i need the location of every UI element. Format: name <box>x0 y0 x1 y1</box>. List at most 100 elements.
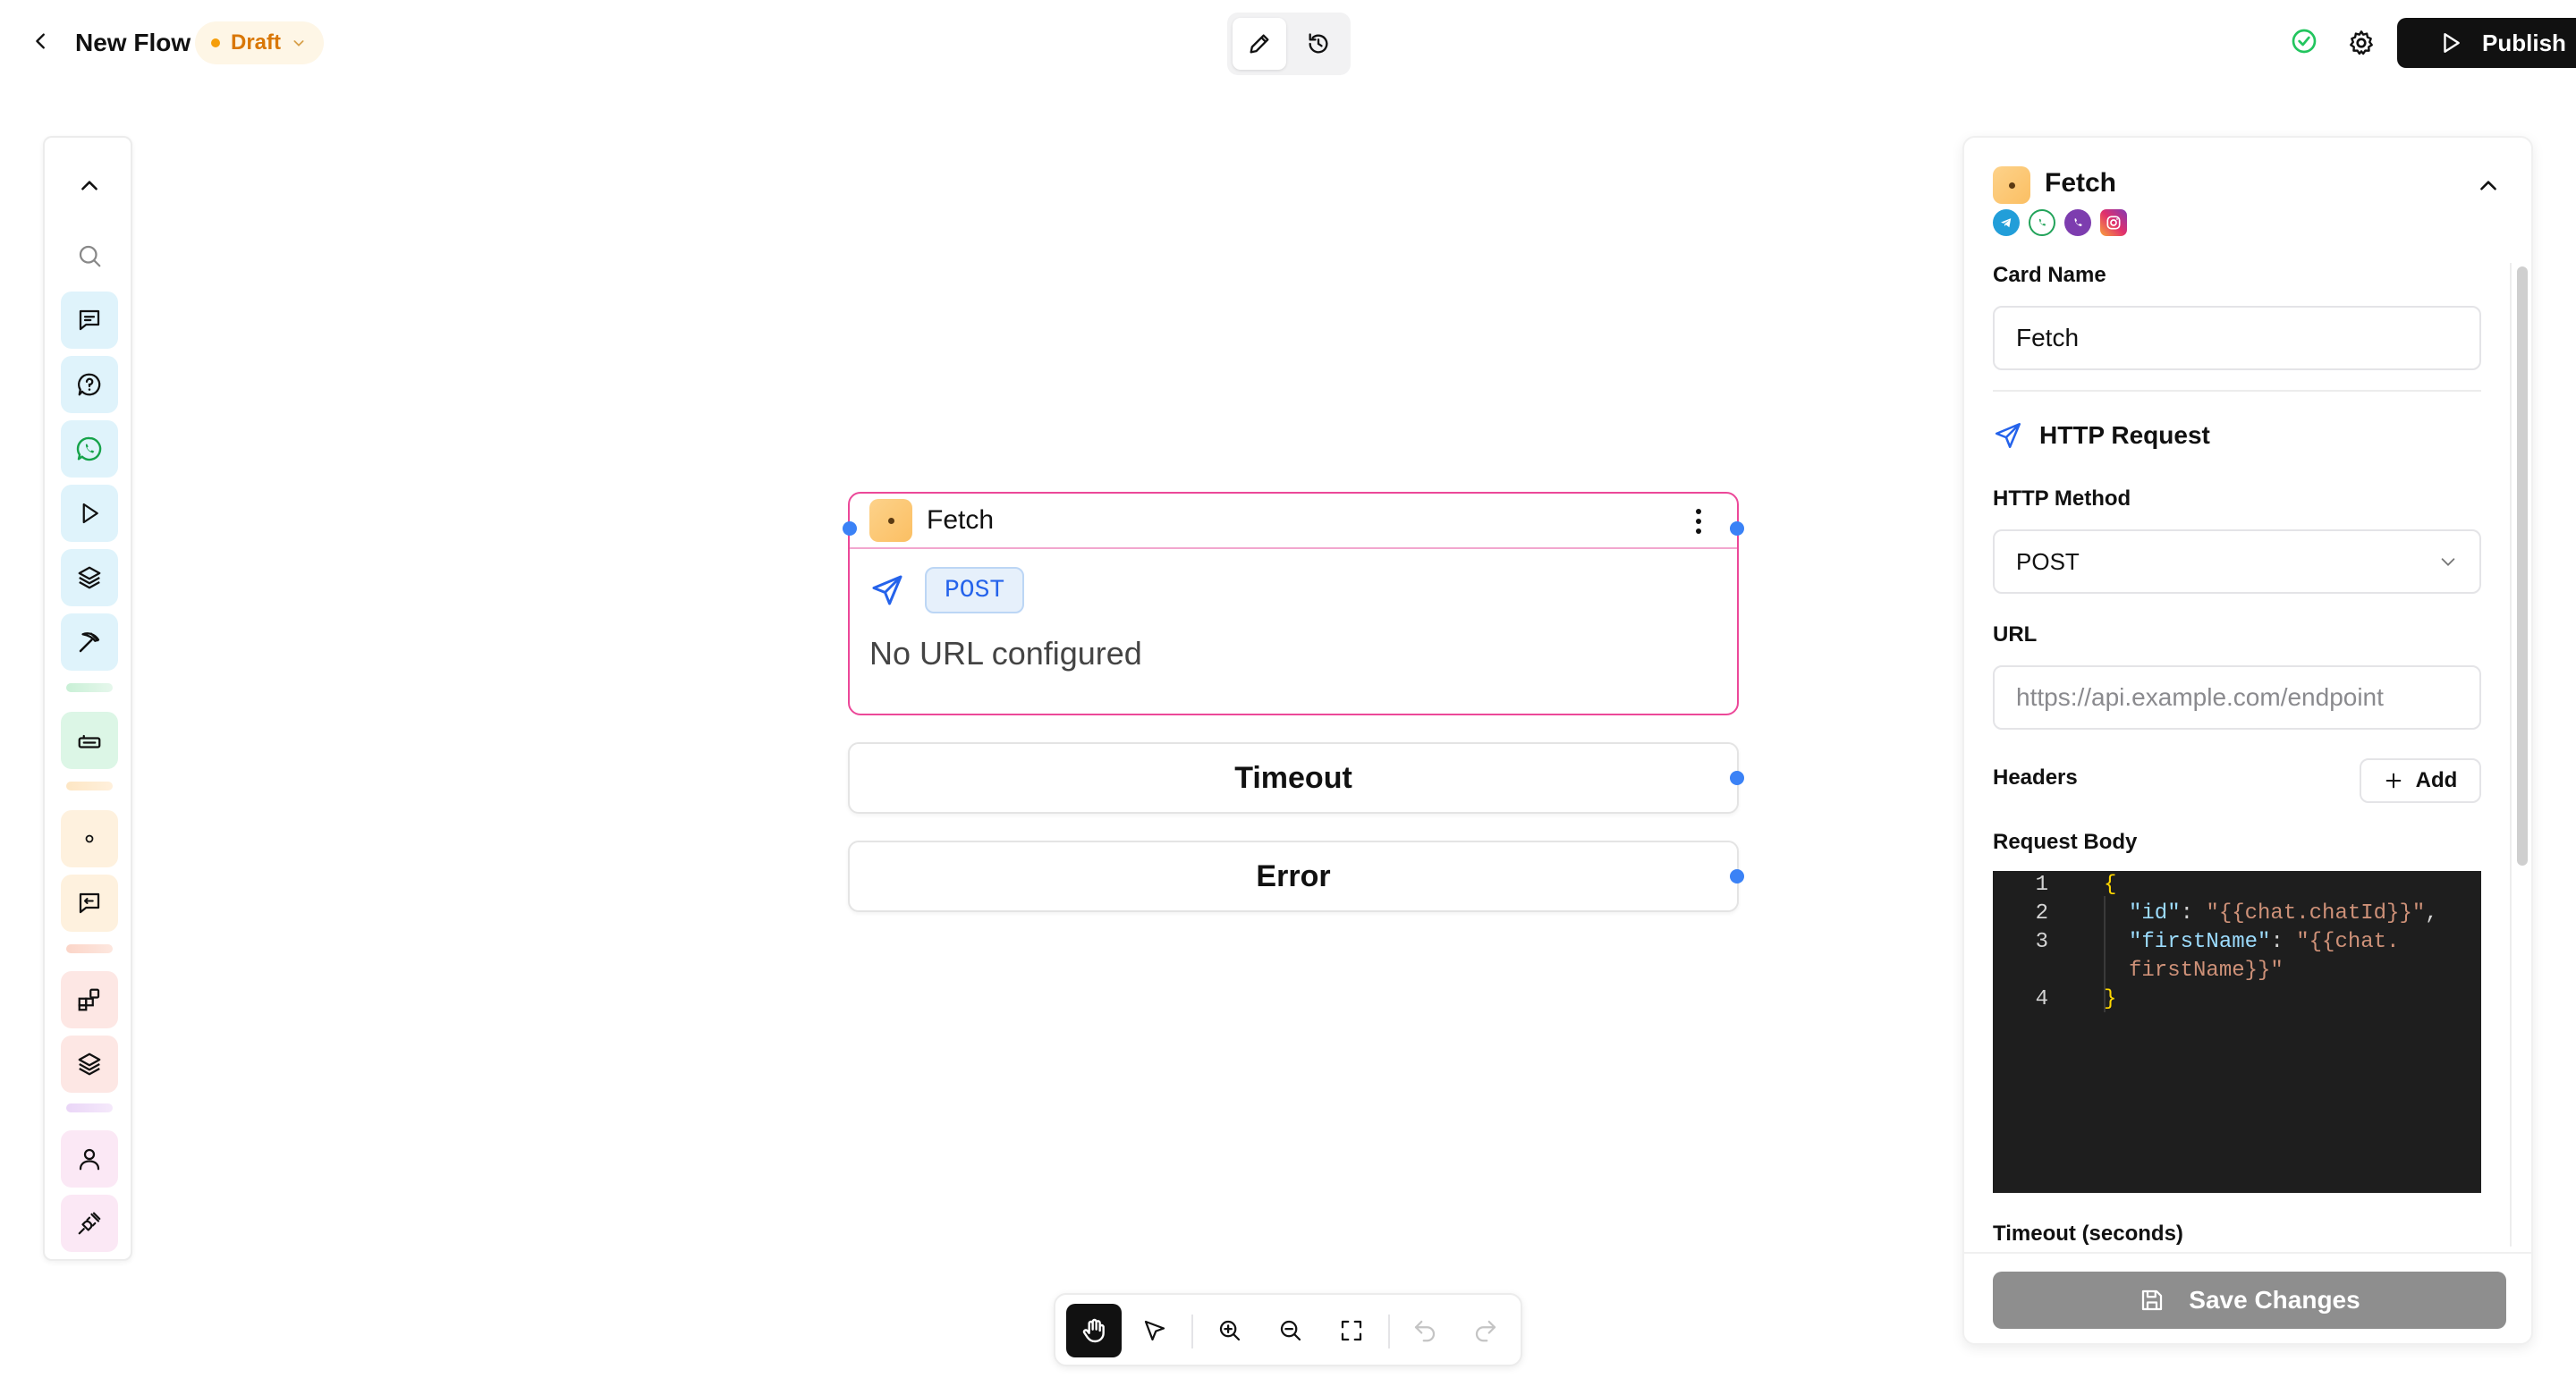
output-handle[interactable] <box>1730 521 1744 536</box>
keyboard-icon <box>78 734 101 748</box>
node-method-row: POST <box>869 567 1025 613</box>
palette-separator <box>66 944 113 953</box>
channel-list <box>1993 209 2127 236</box>
json-separator: : <box>2180 901 2207 926</box>
panel-scrollbar[interactable] <box>2517 266 2528 866</box>
send-icon <box>1995 422 2021 449</box>
plug-icon <box>78 1212 101 1235</box>
line-number: 2 <box>2035 901 2048 926</box>
play-icon <box>82 503 98 524</box>
save-changes-button[interactable]: Save Changes <box>1993 1272 2506 1329</box>
canvas-toolbar <box>1054 1293 1522 1366</box>
chevron-down-icon <box>2441 558 2455 566</box>
fetch-node[interactable]: Fetch POST No URL configured <box>848 492 1739 715</box>
palette-item-fetch[interactable] <box>61 810 118 867</box>
properties-panel: Fetch Card Name Fetch HTTP Request HTTP … <box>1962 136 2533 1345</box>
fit-view-button[interactable] <box>1324 1304 1379 1357</box>
node-palette <box>43 136 132 1261</box>
palette-search-button[interactable] <box>61 227 118 284</box>
back-button[interactable] <box>23 23 59 59</box>
input-handle[interactable] <box>843 521 857 536</box>
palette-item-tools[interactable] <box>61 613 118 671</box>
add-header-label: Add <box>2415 768 2458 792</box>
top-bar: New Flow Draft Publish <box>0 0 2576 89</box>
palette-item-start[interactable] <box>61 485 118 542</box>
palette-item-question[interactable] <box>61 356 118 413</box>
timeout-handle[interactable] <box>1730 771 1744 785</box>
error-handle[interactable] <box>1730 869 1744 884</box>
telegram-icon <box>1993 209 2020 236</box>
history-button[interactable] <box>1292 18 1345 70</box>
undo-button[interactable] <box>1397 1304 1453 1357</box>
json-separator: : <box>2270 930 2297 954</box>
http-method-select[interactable]: POST <box>1993 529 2481 594</box>
palette-item-layers[interactable] <box>61 549 118 606</box>
timeout-branch[interactable]: Timeout <box>848 742 1739 814</box>
zoom-out-icon <box>1280 1320 1301 1341</box>
instagram-icon <box>2100 209 2127 236</box>
history-icon <box>1309 33 1328 54</box>
whatsapp-icon <box>2029 209 2055 236</box>
palette-item-reply[interactable] <box>61 875 118 932</box>
redo-button[interactable] <box>1458 1304 1513 1357</box>
flow-title: New Flow <box>75 29 191 56</box>
fetch-node-icon <box>869 499 912 542</box>
code-token: } <box>2104 987 2117 1011</box>
json-key: "id" <box>2129 901 2181 926</box>
code-line: 2 "id": "{{chat.chatId}}", <box>1993 900 2481 928</box>
http-method-value: POST <box>2016 547 2080 575</box>
json-value: "{{chat.chatId}}" <box>2206 901 2426 926</box>
http-method-label: HTTP Method <box>1993 486 2131 511</box>
pan-tool-button[interactable] <box>1066 1304 1122 1357</box>
send-icon <box>872 575 902 605</box>
headers-label: Headers <box>1993 765 2078 790</box>
settings-button[interactable] <box>2343 25 2379 61</box>
zoom-in-button[interactable] <box>1202 1304 1258 1357</box>
node-url-text: No URL configured <box>869 635 1142 672</box>
dot-icon <box>85 834 94 843</box>
palette-item-input[interactable] <box>61 712 118 769</box>
card-name-input[interactable]: Fetch <box>1993 306 2481 370</box>
play-icon <box>2444 33 2460 53</box>
edit-mode-button[interactable] <box>1233 18 1286 70</box>
line-number: 3 <box>2035 930 2048 954</box>
url-label: URL <box>1993 622 2038 647</box>
pickaxe-icon <box>79 632 100 653</box>
publish-button[interactable]: Publish <box>2397 18 2576 68</box>
zoom-out-button[interactable] <box>1263 1304 1318 1357</box>
code-line: 1 { <box>1993 871 2481 900</box>
code-line-wrapped: firstName}}" <box>1993 957 2481 985</box>
palette-separator <box>66 1103 113 1112</box>
error-branch[interactable]: Error <box>848 841 1739 912</box>
palette-item-whatsapp[interactable] <box>61 420 118 478</box>
saved-status-icon <box>2290 27 2318 55</box>
node-menu-button[interactable] <box>1685 506 1712 537</box>
status-badge[interactable]: Draft <box>195 21 325 64</box>
palette-item-message[interactable] <box>61 292 118 349</box>
json-comma: , <box>2425 901 2438 926</box>
search-icon <box>79 245 101 267</box>
collapse-panel-button[interactable] <box>2470 168 2506 204</box>
json-key: "firstName" <box>2129 930 2271 954</box>
palette-item-stack[interactable] <box>61 1036 118 1093</box>
palette-separator <box>66 683 113 692</box>
status-dot <box>211 38 220 47</box>
message-reply-icon <box>79 892 100 914</box>
select-tool-button[interactable] <box>1127 1304 1182 1357</box>
card-name-label: Card Name <box>1993 263 2106 287</box>
request-body-editor[interactable]: 1 { 2 "id": "{{chat.chatId}}", 3 "firstN… <box>1993 871 2481 1193</box>
palette-item-connect[interactable] <box>61 1195 118 1252</box>
code-token: { <box>2104 873 2117 897</box>
palette-item-integrations[interactable] <box>61 971 118 1028</box>
palette-item-user[interactable] <box>61 1130 118 1188</box>
line-number: 4 <box>2035 987 2048 1011</box>
add-header-button[interactable]: Add <box>2360 758 2481 803</box>
viber-icon <box>2064 209 2091 236</box>
collapse-palette-button[interactable] <box>61 157 118 215</box>
layers-icon <box>78 566 101 589</box>
http-request-section: HTTP Request <box>1993 420 2210 451</box>
message-question-icon <box>78 373 101 396</box>
section-title: HTTP Request <box>2039 421 2210 449</box>
user-icon <box>79 1148 100 1171</box>
url-input[interactable]: https://api.example.com/endpoint <box>1993 665 2481 730</box>
